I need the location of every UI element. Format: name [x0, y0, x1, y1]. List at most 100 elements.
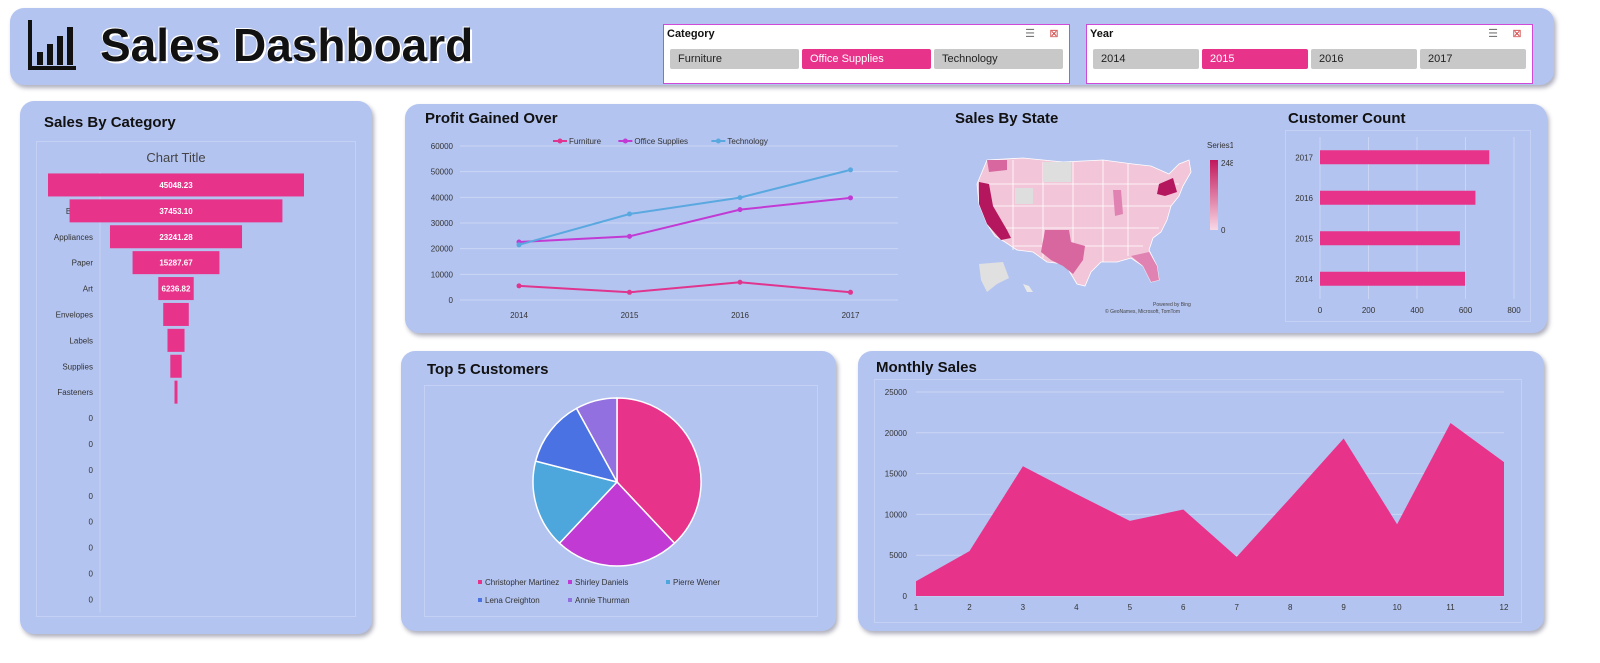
profit-y-tick: 50000 [431, 168, 454, 177]
profit-series-line [518, 281, 851, 294]
profit-y-tick: 20000 [431, 245, 454, 254]
funnel-category-label: Supplies [62, 362, 93, 371]
profit-series-line [518, 196, 851, 243]
profit-x-tick: 2014 [510, 311, 528, 320]
profit-x-tick: 2017 [842, 311, 860, 320]
year-option-2017[interactable]: 2017 [1420, 49, 1526, 69]
funnel-category-label: Labels [69, 336, 93, 345]
monthly-x-tick: 10 [1393, 603, 1402, 612]
funnel-category-label: 0 [89, 544, 94, 553]
funnel-bar [174, 380, 178, 404]
funnel-bar [167, 328, 185, 352]
profit-title: Profit Gained Over [425, 110, 558, 127]
pie-legend-swatch [568, 580, 572, 584]
dashboard-title: Sales Dashboard [100, 19, 474, 71]
category-option-office-supplies[interactable]: Office Supplies [802, 49, 931, 69]
customer-x-tick: 0 [1318, 306, 1323, 315]
top5-pie-chart: Christopher Martinez Shirley Daniels Pierr… [478, 397, 720, 605]
monthly-x-tick: 5 [1128, 603, 1133, 612]
multi-select-icon[interactable]: ☰ [1023, 28, 1037, 41]
funnel-data-label: 15287.67 [159, 259, 193, 268]
profit-point [516, 242, 522, 248]
profit-y-tick: 10000 [431, 270, 454, 279]
category-slicer: Category ☰ ⊠ Furniture Office Supplies T… [663, 24, 1070, 84]
us-map: Series1 24857.88 0 Powered by Bing © Geo… [976, 141, 1233, 315]
customer-category-label: 2014 [1295, 275, 1313, 284]
monthly-x-tick: 7 [1235, 603, 1240, 612]
year-option-2015[interactable]: 2015 [1202, 49, 1308, 69]
customer-bar [1320, 150, 1490, 165]
header-bar: Sales Dashboard Category ☰ ⊠ Furniture O… [10, 8, 1554, 85]
monthly-x-tick: 12 [1500, 603, 1509, 612]
monthly-y-tick: 10000 [885, 510, 908, 519]
customer-category-label: 2017 [1295, 153, 1313, 162]
map-state-alaska [979, 262, 1009, 292]
state-title: Sales By State [955, 110, 1059, 127]
profit-point [848, 289, 853, 295]
monthly-x-tick: 1 [914, 603, 919, 612]
map-credit-1: Powered by Bing [1153, 302, 1191, 308]
map-state-no-data-2 [1015, 188, 1033, 204]
funnel-data-label: 45048.23 [159, 181, 193, 190]
profit-point [737, 279, 743, 285]
funnel-category-label: 0 [89, 440, 94, 449]
profit-x-tick: 2016 [731, 311, 749, 320]
funnel-category-label: Envelopes [56, 310, 93, 319]
pie-legend-label: Pierre Wener [673, 578, 720, 587]
category-slicer-title: Category [667, 28, 715, 40]
year-option-2016[interactable]: 2016 [1311, 49, 1417, 69]
funnel-category-label: Art [83, 285, 94, 294]
analytics-panel: Profit Gained Over 0 10000 20000 30000 40000… [405, 104, 1547, 333]
multi-select-icon[interactable]: ☰ [1486, 28, 1500, 41]
funnel-category-label: 0 [89, 518, 94, 527]
profit-point [627, 233, 632, 239]
profit-point [516, 283, 522, 289]
funnel-data-label: 6236.82 [162, 285, 191, 294]
customer-x-tick: 200 [1362, 306, 1376, 315]
monthly-y-tick: 15000 [885, 470, 908, 479]
funnel-category-label: 0 [89, 466, 94, 475]
profit-legend-marker [557, 138, 563, 144]
pie-legend-label: Lena Creighton [485, 596, 540, 605]
clear-filter-icon[interactable]: ⊠ [1047, 28, 1061, 41]
customer-bar [1320, 190, 1476, 205]
monthly-y-tick: 20000 [885, 429, 908, 438]
year-option-2014[interactable]: 2014 [1093, 49, 1199, 69]
monthly-area [916, 423, 1504, 596]
pie-legend-label: Shirley Daniels [575, 578, 628, 587]
monthly-y-tick: 5000 [889, 551, 907, 560]
customer-category-label: 2016 [1295, 194, 1313, 203]
customer-x-tick: 800 [1507, 306, 1521, 315]
monthly-title: Monthly Sales [876, 359, 977, 376]
funnel-bar [163, 302, 189, 326]
funnel-bar [170, 354, 182, 378]
funnel-chart-title: Chart Title [146, 150, 205, 165]
category-option-furniture[interactable]: Furniture [670, 49, 799, 69]
customer-x-tick: 400 [1410, 306, 1424, 315]
funnel-category-label: 0 [89, 492, 94, 501]
customer-x-tick: 600 [1459, 306, 1473, 315]
profit-legend-label: Furniture [569, 137, 602, 146]
customer-count-bar-chart: 0 200 400 600 800 2017 2016 2015 2014 [1295, 137, 1521, 315]
monthly-x-tick: 11 [1446, 603, 1455, 612]
sales-by-category-panel: Sales By Category Chart TitleStorage4504… [20, 101, 372, 634]
customer-bar [1320, 271, 1466, 286]
pie-legend-swatch [478, 598, 482, 602]
map-credit-2: © GeoNames, Microsoft, TomTom [1105, 308, 1180, 315]
monthly-x-tick: 8 [1288, 603, 1293, 612]
funnel-data-label: 37453.10 [159, 207, 193, 216]
profit-x-tick: 2015 [621, 311, 639, 320]
profit-point [737, 195, 743, 201]
clear-filter-icon[interactable]: ⊠ [1510, 28, 1524, 41]
customer-category-label: 2015 [1295, 234, 1313, 243]
profit-point [737, 207, 743, 213]
profit-y-tick: 40000 [431, 193, 454, 202]
funnel-category-label: 0 [89, 414, 94, 423]
map-legend-max: 24857.88 [1221, 159, 1233, 168]
profit-point [627, 289, 632, 295]
customer-bar [1320, 231, 1460, 246]
sales-by-category-title: Sales By Category [44, 114, 176, 131]
profit-point [627, 211, 632, 217]
category-option-technology[interactable]: Technology [934, 49, 1063, 69]
profit-y-tick: 60000 [431, 142, 454, 151]
